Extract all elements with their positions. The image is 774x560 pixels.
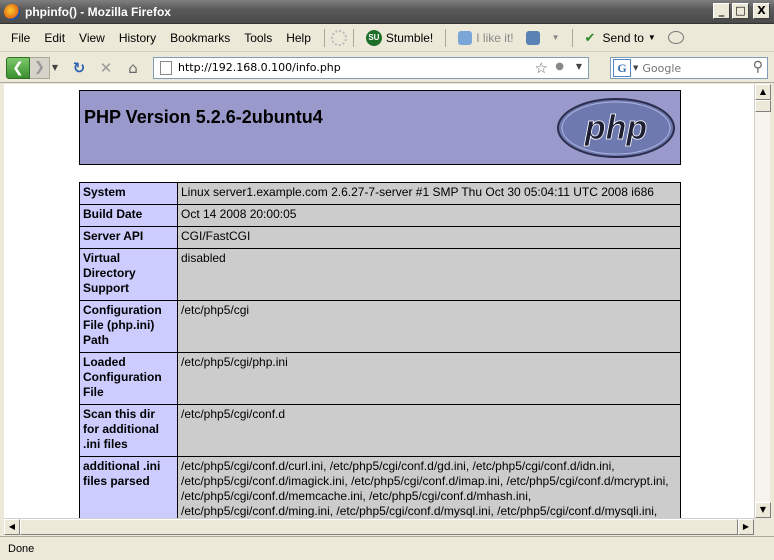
scroll-left-button[interactable]: ◀ <box>4 519 20 535</box>
vertical-scrollbar[interactable]: ▲ ▼ <box>754 84 771 518</box>
dot-icon: ● <box>555 60 564 72</box>
page-content: PHP Version 5.2.6-2ubuntu4 php System Li… <box>4 84 754 518</box>
row-value: /etc/php5/cgi/conf.d/curl.ini, /etc/php5… <box>177 456 681 518</box>
scroll-down-button[interactable]: ▼ <box>755 502 771 518</box>
chevron-down-icon: ▼ <box>647 33 656 42</box>
chevron-down-icon: ▼ <box>551 33 560 42</box>
separator <box>323 28 325 47</box>
horizontal-scrollbar[interactable]: ◀ ▶ <box>4 518 754 535</box>
google-icon[interactable]: G <box>613 59 631 77</box>
row-value: CGI/FastCGI <box>177 226 681 249</box>
row-value: /etc/php5/cgi <box>177 300 681 353</box>
row-key: Loaded Configuration File <box>79 352 178 405</box>
checkmark-icon: ✔ <box>584 29 596 45</box>
thumbs-up-icon <box>458 30 473 45</box>
row-key: Virtual Directory Support <box>79 248 178 301</box>
menu-bookmarks[interactable]: Bookmarks <box>163 31 237 45</box>
table-row: System Linux server1.example.com 2.6.27-… <box>79 182 681 205</box>
table-row: Server API CGI/FastCGI <box>79 226 681 249</box>
menu-help[interactable]: Help <box>279 31 318 45</box>
engine-dropdown-icon[interactable]: ▼ <box>633 64 638 72</box>
back-button[interactable]: ❮ <box>6 56 30 79</box>
php-logo-icon: php <box>557 98 675 158</box>
scrollbar-corner <box>754 518 770 534</box>
separator <box>571 28 573 47</box>
row-key: Configuration File (php.ini) Path <box>79 300 178 353</box>
table-row: additional .ini files parsed /etc/php5/c… <box>79 456 681 518</box>
table-row: Build Date Oct 14 2008 20:00:05 <box>79 204 681 227</box>
window-controls: _ □ X <box>713 3 770 19</box>
forward-button[interactable]: ❯ <box>30 56 50 79</box>
row-key: Server API <box>79 226 178 249</box>
stumble-label: Stumble! <box>385 30 434 45</box>
home-icon[interactable]: ⌂ <box>122 57 144 79</box>
i-like-it-button[interactable]: I like it! <box>452 30 519 45</box>
minimize-button[interactable]: _ <box>713 3 730 19</box>
send-to-label: Send to <box>602 30 644 45</box>
url-input[interactable] <box>178 61 518 74</box>
stumbleupon-icon: SU <box>365 29 382 46</box>
search-icon[interactable]: ⚲ <box>753 59 763 75</box>
php-header: PHP Version 5.2.6-2ubuntu4 php <box>79 90 681 165</box>
row-key: Scan this dir for additional .ini files <box>79 404 178 457</box>
url-dropdown-icon[interactable]: ▼ <box>576 62 582 71</box>
table-row: Scan this dir for additional .ini files … <box>79 404 681 457</box>
row-key: System <box>79 182 178 205</box>
star-icon[interactable]: ☆ <box>535 59 548 77</box>
page-title: PHP Version 5.2.6-2ubuntu4 <box>84 107 323 127</box>
status-bar: Done <box>0 536 774 560</box>
row-value: Oct 14 2008 20:00:05 <box>177 204 681 227</box>
row-value: disabled <box>177 248 681 301</box>
comment-button[interactable] <box>662 31 690 44</box>
separator <box>352 28 354 47</box>
title-bar: phpinfo() - Mozilla Firefox _ □ X <box>0 0 774 24</box>
menu-edit[interactable]: Edit <box>37 31 72 45</box>
history-dropdown-icon[interactable]: ▼ <box>50 57 60 79</box>
url-bar[interactable]: ☆ ● ▼ <box>153 56 589 79</box>
window-title: phpinfo() - Mozilla Firefox <box>25 4 171 19</box>
speech-bubble-icon <box>667 31 684 44</box>
horizontal-scroll-thumb[interactable] <box>20 519 738 535</box>
row-key: Build Date <box>79 204 178 227</box>
row-key: additional .ini files parsed <box>79 456 178 518</box>
stop-icon[interactable]: ✕ <box>95 57 117 79</box>
table-row: Loaded Configuration File /etc/php5/cgi/… <box>79 352 681 405</box>
table-row: Configuration File (php.ini) Path /etc/p… <box>79 300 681 353</box>
close-button[interactable]: X <box>753 3 770 19</box>
row-value: /etc/php5/cgi/conf.d <box>177 404 681 457</box>
scroll-up-button[interactable]: ▲ <box>755 84 771 100</box>
vertical-scroll-thumb[interactable] <box>755 100 771 112</box>
firefox-icon <box>4 3 20 20</box>
maximize-button[interactable]: □ <box>732 3 749 19</box>
row-value: /etc/php5/cgi/php.ini <box>177 352 681 405</box>
thumbs-down-button[interactable]: ▼ <box>520 30 566 45</box>
table-row: Virtual Directory Support disabled <box>79 248 681 301</box>
stumble-button[interactable]: SU Stumble! <box>360 29 439 46</box>
info-table: System Linux server1.example.com 2.6.27-… <box>79 182 681 518</box>
menu-bar: File Edit View History Bookmarks Tools H… <box>0 24 774 52</box>
menu-view[interactable]: View <box>72 31 112 45</box>
menu-tools[interactable]: Tools <box>237 31 279 45</box>
search-input[interactable] <box>642 61 743 75</box>
menu-file[interactable]: File <box>4 31 37 45</box>
menu-history[interactable]: History <box>112 31 163 45</box>
separator <box>445 28 447 47</box>
i-like-it-label: I like it! <box>476 30 514 45</box>
status-text: Done <box>8 542 35 555</box>
php-logo-text: php <box>584 109 647 147</box>
frame-border-right <box>770 84 774 536</box>
search-box[interactable]: G ▼ ⚲ <box>610 57 768 79</box>
page-icon <box>160 60 172 75</box>
scroll-right-button[interactable]: ▶ <box>738 519 754 535</box>
throbber-icon <box>330 29 347 46</box>
send-to-button[interactable]: ✔ Send to ▼ <box>579 29 662 45</box>
reload-icon[interactable]: ↻ <box>68 57 90 79</box>
row-value: Linux server1.example.com 2.6.27-7-serve… <box>177 182 681 205</box>
thumbs-down-icon <box>525 30 540 45</box>
